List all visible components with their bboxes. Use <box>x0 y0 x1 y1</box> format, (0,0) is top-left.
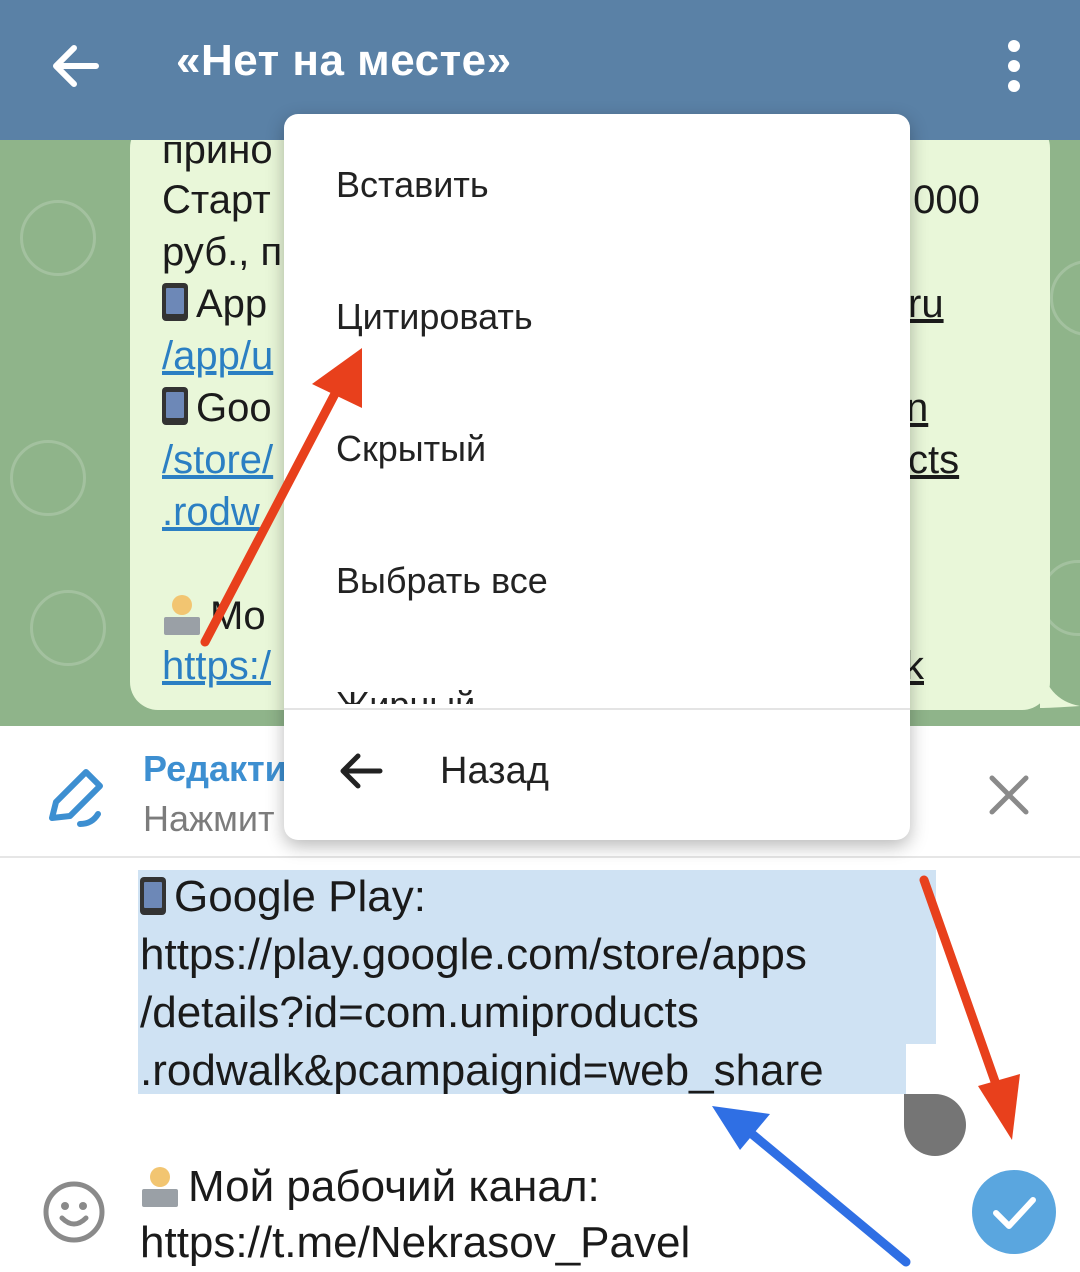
background-doodle <box>30 590 106 666</box>
message-line-right: .000 <box>902 178 980 222</box>
menu-item-quote[interactable]: Цитировать <box>336 296 533 338</box>
input-text-line[interactable]: Google Play: <box>140 872 426 922</box>
edit-panel-subtitle: Нажмит <box>143 798 275 839</box>
mobile-phone-icon <box>140 877 166 915</box>
message-text: Mo <box>210 594 266 638</box>
menu-item-spoiler[interactable]: Скрытый <box>336 428 486 470</box>
background-doodle <box>20 200 96 276</box>
input-text-line[interactable]: https://play.google.com/store/apps <box>140 930 807 980</box>
message-line-channel: Mo <box>162 594 266 639</box>
message-link[interactable]: .rodw <box>162 490 260 535</box>
edit-pencil-icon <box>49 769 103 827</box>
background-doodle <box>1050 260 1080 336</box>
emoji-smiley-icon[interactable] <box>42 1180 106 1244</box>
message-link[interactable]: https:/ <box>162 644 271 689</box>
checkmark-icon <box>993 1197 1036 1229</box>
message-line: Старт <box>162 178 271 222</box>
input-text-line[interactable]: https://t.me/Nekrasov_Pavel <box>140 1218 690 1268</box>
background-doodle <box>10 440 86 516</box>
input-text-line[interactable]: .rodwalk&pcampaignid=web_share <box>140 1046 824 1096</box>
message-input-area[interactable]: Google Play: https://play.google.com/sto… <box>0 858 1080 1272</box>
message-text: Goo <box>196 386 272 430</box>
back-arrow-icon[interactable] <box>48 38 104 94</box>
technologist-emoji-icon <box>140 1167 180 1207</box>
message-text: App <box>196 282 268 326</box>
technologist-emoji-icon <box>162 595 202 635</box>
back-arrow-icon <box>340 753 383 789</box>
mobile-phone-icon <box>162 387 188 425</box>
menu-item-paste[interactable]: Вставить <box>336 164 489 206</box>
more-options-icon[interactable] <box>1000 38 1028 94</box>
input-text: Мой рабочий канал: <box>188 1162 600 1211</box>
text-context-menu: Вставить Цитировать Скрытый Выбрать все … <box>284 114 910 840</box>
input-text-line[interactable]: Мой рабочий канал: <box>140 1162 600 1212</box>
message-line-google: Goo <box>162 386 272 431</box>
message-link-right[interactable]: cts <box>908 438 959 483</box>
message-link[interactable]: /app/u <box>162 334 273 379</box>
input-text: Google Play: <box>174 872 426 921</box>
edit-panel-title: Редакти <box>143 748 287 789</box>
save-edit-button[interactable] <box>972 1170 1056 1254</box>
message-line-app: App <box>162 282 267 327</box>
menu-back-label: Назад <box>440 750 549 792</box>
menu-back-button[interactable]: Назад <box>284 710 910 840</box>
bubble-tail <box>1040 660 1080 708</box>
message-link[interactable]: /store/ <box>162 438 273 483</box>
selection-handle[interactable] <box>904 1094 966 1156</box>
menu-item-select-all[interactable]: Выбрать все <box>336 560 548 602</box>
close-icon[interactable] <box>986 772 1032 818</box>
input-text-line[interactable]: /details?id=com.umiproducts <box>140 988 699 1038</box>
menu-item-bold-partial[interactable]: Жирный <box>336 684 475 704</box>
chat-title: «Нет на месте» <box>176 36 512 85</box>
message-line: руб., п <box>162 230 283 274</box>
message-link-right[interactable]: ru <box>908 282 944 327</box>
mobile-phone-icon <box>162 283 188 321</box>
